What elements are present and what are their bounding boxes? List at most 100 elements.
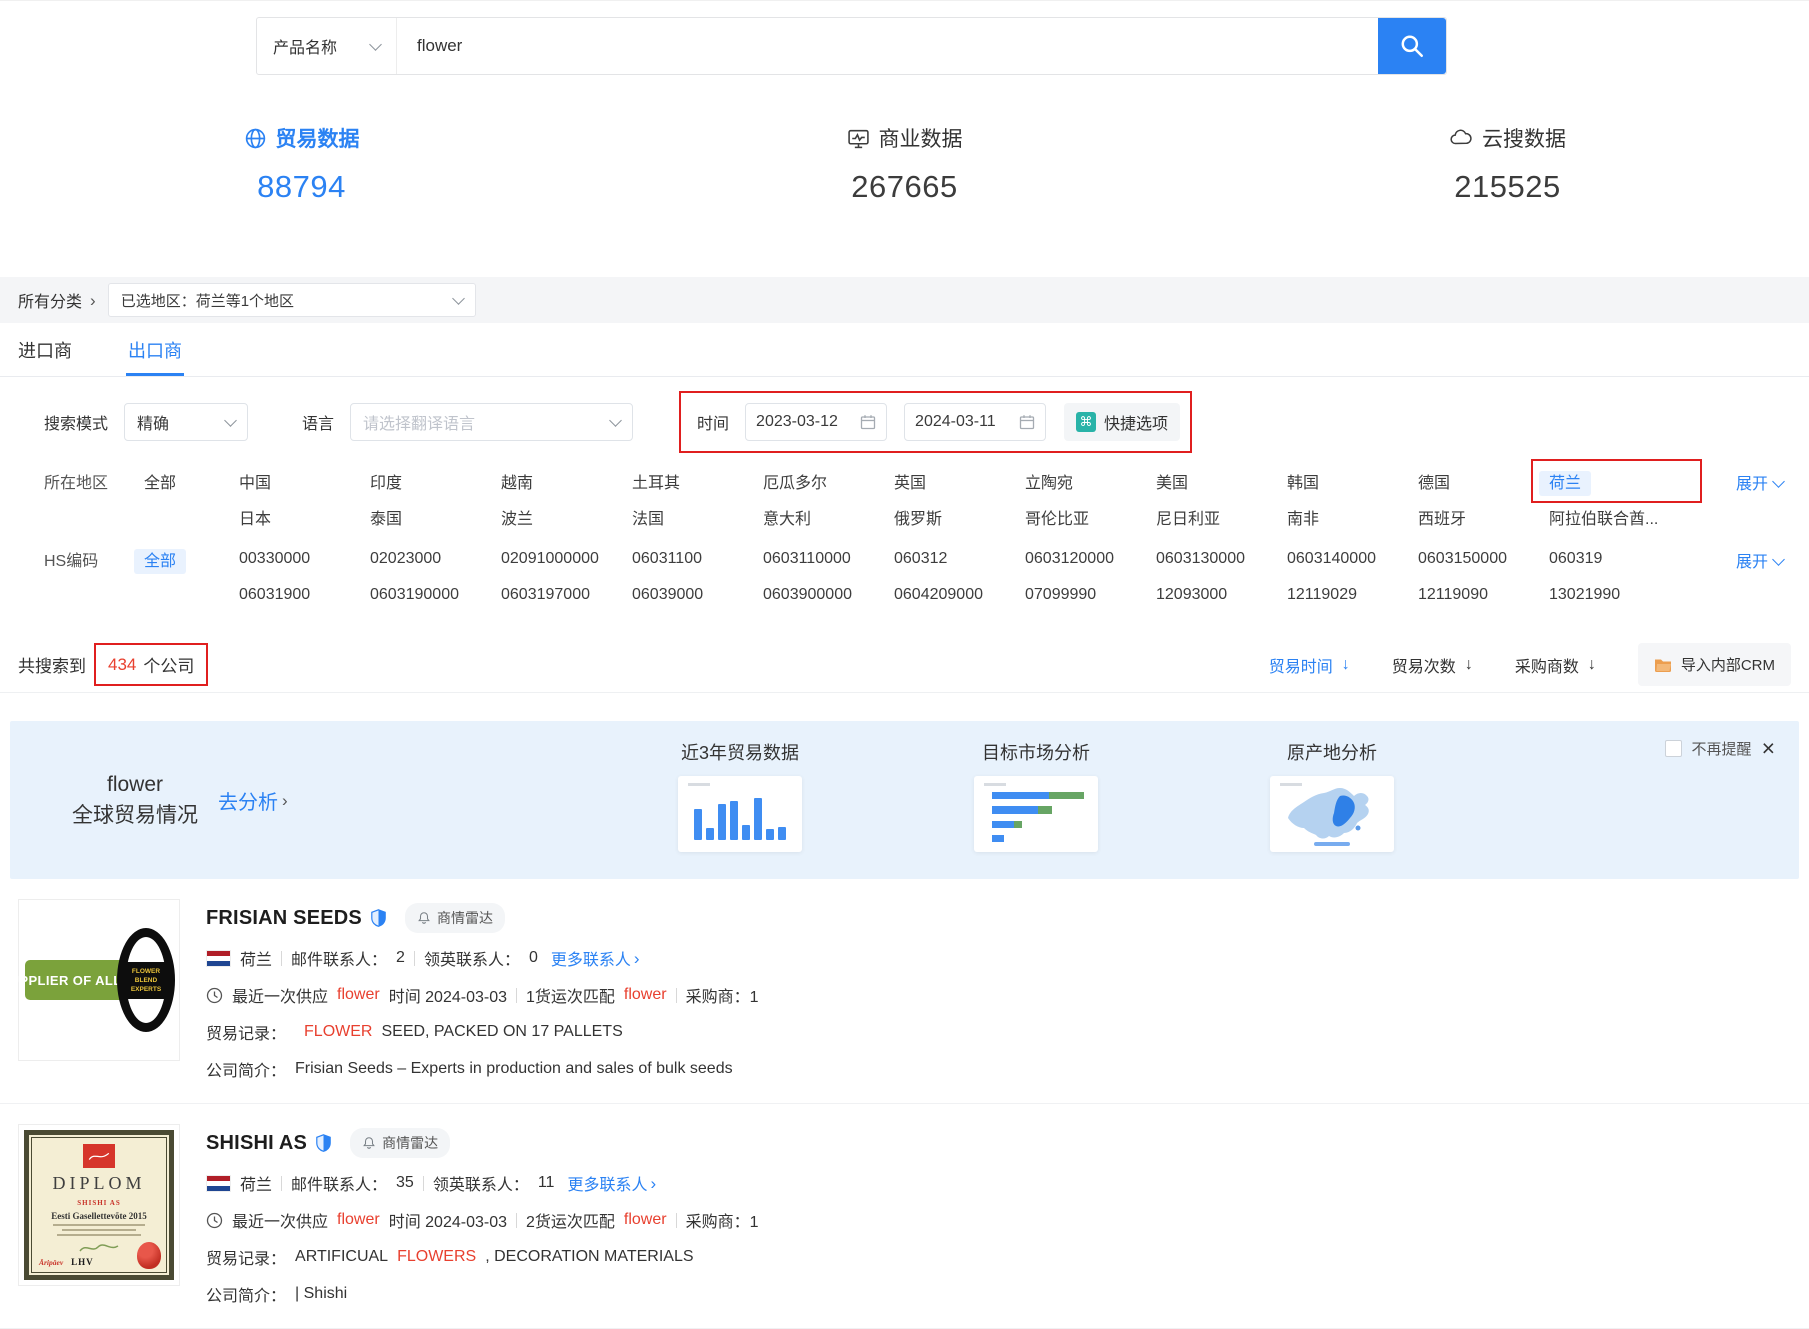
quick-options-button[interactable]: ⌘ 快捷选项 <box>1064 403 1180 441</box>
region-item[interactable]: 尼日利亚 <box>1156 505 1287 529</box>
region-item[interactable]: 中国 <box>239 469 370 493</box>
region-item[interactable]: 南非 <box>1287 505 1418 529</box>
go-analyze-link[interactable]: 去分析 › <box>218 786 288 815</box>
hs-item[interactable]: 0603150000 <box>1418 550 1549 568</box>
region-item[interactable]: 土耳其 <box>632 469 763 493</box>
chevron-down-icon <box>609 414 622 427</box>
region-item[interactable]: 俄罗斯 <box>894 505 1025 529</box>
region-item[interactable]: 波兰 <box>501 505 632 529</box>
import-crm-button[interactable]: 导入内部CRM <box>1638 643 1791 686</box>
region-item[interactable]: 意大利 <box>763 505 894 529</box>
date-to-input[interactable]: 2024-03-11 <box>904 403 1046 441</box>
business-radar-badge[interactable]: 商情雷达 <box>405 903 505 933</box>
region-item[interactable]: 德国 <box>1418 469 1549 493</box>
more-contacts-link[interactable]: 更多联系人 › <box>567 1171 656 1195</box>
shield-icon <box>316 1134 331 1152</box>
date-from-input[interactable]: 2023-03-12 <box>745 403 887 441</box>
email-contacts-count: 35 <box>396 1174 414 1192</box>
chevron-right-icon: › <box>282 792 288 809</box>
hs-item[interactable]: 0603197000 <box>501 586 632 604</box>
banner-card-origin[interactable]: 原产地分析 <box>1232 739 1432 852</box>
dont-remind-checkbox[interactable] <box>1665 740 1682 757</box>
region-item[interactable]: 法国 <box>632 505 763 529</box>
sort-trade-count[interactable]: 贸易次数 ↓ <box>1392 653 1473 677</box>
search-input[interactable] <box>397 18 1378 74</box>
stat-business-data[interactable]: 商业数据 267665 <box>603 123 1206 235</box>
hs-item[interactable]: 00330000 <box>239 550 370 568</box>
region-item[interactable]: 哥伦比亚 <box>1025 505 1156 529</box>
region-item-all[interactable]: 全部 <box>144 469 239 493</box>
hs-item[interactable]: 060319 <box>1549 550 1680 568</box>
business-radar-badge[interactable]: 商情雷达 <box>350 1128 450 1158</box>
banner-keyword-block: flower 全球贸易情况 <box>72 769 198 831</box>
breadcrumb-label: 所有分类 <box>18 288 82 312</box>
hs-item[interactable]: 060312 <box>894 550 1025 568</box>
region-item[interactable]: 阿拉伯联合酋... <box>1549 505 1680 529</box>
hs-item[interactable]: 02091000000 <box>501 550 632 568</box>
hs-item[interactable]: 0603110000 <box>763 550 894 568</box>
hs-item-all[interactable]: 全部 <box>144 547 239 571</box>
certificate-subtitle: Eesti Gasellettevõte 2015 <box>29 1211 169 1221</box>
region-item[interactable]: 西班牙 <box>1418 505 1549 529</box>
region-item-selected[interactable]: 荷兰 <box>1549 469 1680 493</box>
certificate-brands: Äripäev LHV <box>39 1257 94 1267</box>
origin-mini-map <box>1270 776 1394 852</box>
hs-item[interactable]: 13021990 <box>1549 586 1680 604</box>
hs-expand-link[interactable]: 展开 <box>1736 548 1783 572</box>
region-item[interactable]: 英国 <box>894 469 1025 493</box>
company-logo[interactable]: DIPLOM SHISHI AS Eesti Gasellettevõte 20… <box>18 1124 180 1286</box>
hs-item[interactable]: 0603900000 <box>763 586 894 604</box>
intro-text: Frisian Seeds – Experts in production an… <box>295 1060 733 1078</box>
region-item[interactable]: 日本 <box>239 505 370 529</box>
hs-item[interactable]: 12093000 <box>1156 586 1287 604</box>
stat-cloud-search-data[interactable]: 云搜数据 215525 <box>1206 123 1809 235</box>
region-item[interactable]: 泰国 <box>370 505 501 529</box>
hs-item[interactable]: 06039000 <box>632 586 763 604</box>
search-button[interactable] <box>1378 18 1446 74</box>
filter-row-main: 搜索模式 精确 语言 请选择翻译语言 时间 2023-03-12 <box>44 403 1791 441</box>
stat-trade-data[interactable]: 贸易数据 88794 <box>0 123 603 235</box>
hs-item[interactable]: 0603120000 <box>1025 550 1156 568</box>
region-item[interactable]: 韩国 <box>1287 469 1418 493</box>
banner-dismiss: 不再提醒 × <box>1665 737 1775 760</box>
company-name[interactable]: SHISHI AS <box>206 1132 307 1155</box>
hs-item[interactable]: 0603140000 <box>1287 550 1418 568</box>
region-item[interactable]: 立陶宛 <box>1025 469 1156 493</box>
tab-importer[interactable]: 进口商 <box>18 323 72 376</box>
hs-item[interactable]: 06031900 <box>239 586 370 604</box>
company-country: 荷兰 <box>240 946 272 970</box>
breadcrumb[interactable]: 所有分类 › <box>18 288 96 312</box>
banner-card-trade-3y[interactable]: 近3年贸易数据 <box>640 739 840 852</box>
cloud-icon <box>1449 126 1473 150</box>
close-icon[interactable]: × <box>1762 737 1775 760</box>
hs-item[interactable]: 12119029 <box>1287 586 1418 604</box>
hs-item[interactable]: 02023000 <box>370 550 501 568</box>
more-contacts-link[interactable]: 更多联系人 › <box>551 946 640 970</box>
company-logo[interactable]: SUPPLIER OF ALL SEEDS FLOWER BLEND EXPER… <box>18 899 180 1061</box>
search-category-dropdown[interactable]: 产品名称 <box>257 18 397 74</box>
hs-item[interactable]: 0603190000 <box>370 586 501 604</box>
certificate-brand-icon <box>83 1144 115 1168</box>
language-select[interactable]: 请选择翻译语言 <box>350 403 633 441</box>
sort-buyer-count[interactable]: 采购商数 ↓ <box>1515 653 1596 677</box>
sort-trade-time[interactable]: 贸易时间 ↓ <box>1269 653 1350 677</box>
hs-item[interactable]: 0604209000 <box>894 586 1025 604</box>
hs-item[interactable]: 0603130000 <box>1156 550 1287 568</box>
search-bar: 产品名称 <box>256 17 1447 75</box>
logo-oval-badge: FLOWER BLEND EXPERTS <box>117 928 175 1032</box>
tab-exporter[interactable]: 出口商 <box>128 323 182 376</box>
region-item[interactable]: 美国 <box>1156 469 1287 493</box>
trade-mini-chart <box>678 776 802 852</box>
hs-item[interactable]: 07099990 <box>1025 586 1156 604</box>
region-expand-link[interactable]: 展开 <box>1736 470 1783 494</box>
region-item[interactable]: 越南 <box>501 469 632 493</box>
hs-item[interactable]: 06031100 <box>632 550 763 568</box>
search-mode-select[interactable]: 精确 <box>124 403 248 441</box>
hs-item[interactable]: 12119090 <box>1418 586 1549 604</box>
region-item[interactable]: 厄瓜多尔 <box>763 469 894 493</box>
selected-region-dropdown[interactable]: 已选地区：荷兰等1个地区 <box>108 283 476 317</box>
region-item[interactable]: 印度 <box>370 469 501 493</box>
banner-subtitle: 全球贸易情况 <box>72 800 198 831</box>
company-name[interactable]: FRISIAN SEEDS <box>206 907 362 930</box>
banner-card-target-market[interactable]: 目标市场分析 <box>936 739 1136 852</box>
